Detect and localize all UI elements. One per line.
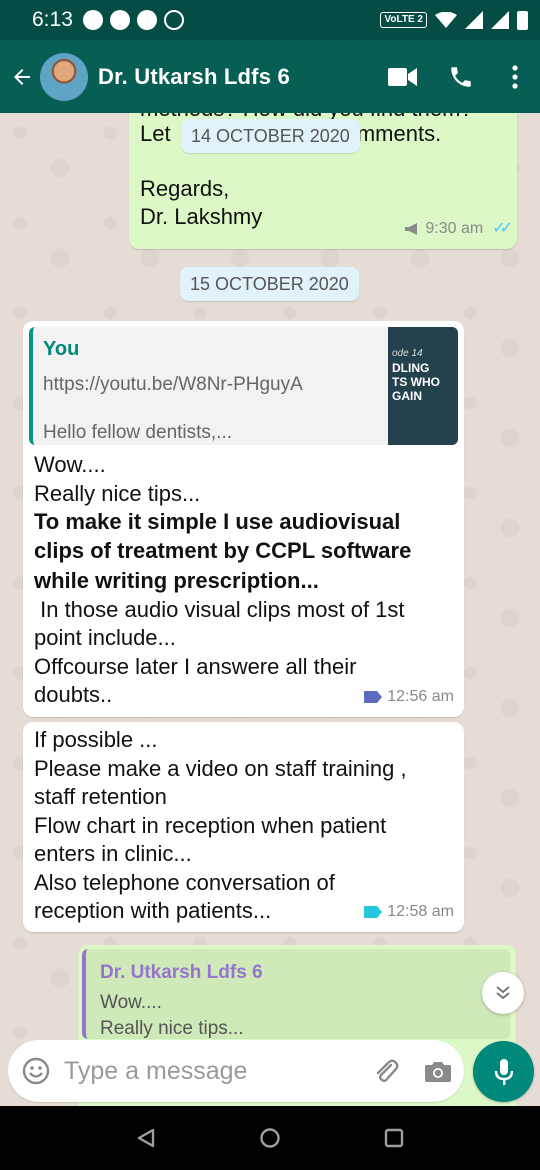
message-text: Regards, bbox=[140, 176, 230, 201]
message-time: 12:58 am bbox=[387, 902, 454, 920]
quoted-sender: Dr. Utkarsh Ldfs 6 bbox=[100, 962, 263, 983]
more-options-button[interactable] bbox=[490, 40, 540, 113]
emoji-button[interactable] bbox=[8, 1040, 64, 1102]
signal-icon bbox=[465, 11, 483, 29]
date-chip-floating: 14 OCTOBER 2020 bbox=[181, 119, 360, 153]
signal-icon-2 bbox=[491, 11, 509, 29]
read-ticks-icon: ✓✓ bbox=[492, 219, 513, 237]
contact-name[interactable]: Dr. Utkarsh Ldfs 6 bbox=[98, 64, 374, 90]
camera-button[interactable] bbox=[412, 1040, 464, 1102]
status-time: 6:13 bbox=[32, 8, 73, 31]
whatsapp-notification-icon bbox=[82, 10, 103, 30]
date-chip: 15 OCTOBER 2020 bbox=[180, 267, 359, 301]
message-composer: Type a message bbox=[8, 1040, 464, 1102]
label-tag-icon bbox=[364, 690, 383, 703]
nav-home-icon bbox=[260, 1128, 280, 1148]
contact-avatar[interactable] bbox=[40, 52, 88, 101]
phone-icon bbox=[451, 66, 471, 87]
video-call-button[interactable] bbox=[374, 40, 432, 113]
video-call-icon bbox=[388, 67, 417, 86]
quoted-text: Hello fellow dentists,... bbox=[43, 422, 233, 443]
nav-back-icon bbox=[137, 1128, 155, 1148]
volte-indicator: VoLTE 2 bbox=[380, 12, 427, 28]
message-text: Dr. Lakshmy bbox=[140, 204, 263, 229]
status-bar: 6:13 VoLTE 2 bbox=[0, 0, 540, 40]
wifi-icon bbox=[435, 12, 457, 28]
attach-icon bbox=[376, 1059, 399, 1082]
nav-recents-button[interactable] bbox=[374, 1118, 414, 1158]
missed-call-notification-icon bbox=[163, 10, 184, 30]
quoted-text: Wow.... bbox=[100, 992, 162, 1013]
nav-recents-icon bbox=[384, 1128, 404, 1148]
attach-button[interactable] bbox=[360, 1040, 412, 1102]
quoted-message[interactable]: You https://youtu.be/W8Nr-PHguyA Hello f… bbox=[29, 327, 458, 445]
quoted-message[interactable]: Dr. Utkarsh Ldfs 6 Wow.... Really nice t… bbox=[82, 949, 510, 1039]
message-bubble-incoming[interactable]: If possible ... Please make a video on s… bbox=[23, 722, 464, 932]
mic-icon bbox=[494, 1058, 513, 1085]
more-vert-icon bbox=[512, 64, 518, 89]
megaphone-icon bbox=[405, 222, 418, 235]
message-notification-icon bbox=[109, 10, 130, 30]
chevron-down-icon bbox=[496, 986, 510, 1000]
message-time: 12:56 am bbox=[387, 687, 454, 705]
chat-area[interactable]: methods? How did you find them? Letommen… bbox=[0, 113, 540, 1159]
nav-back-button[interactable] bbox=[126, 1118, 166, 1158]
scroll-to-bottom-button[interactable] bbox=[482, 972, 524, 1014]
label-tag-icon bbox=[364, 905, 383, 918]
message-time: 9:30 am bbox=[425, 219, 484, 237]
camera-icon bbox=[425, 1062, 451, 1082]
message-bubble-incoming[interactable]: You https://youtu.be/W8Nr-PHguyA Hello f… bbox=[23, 321, 464, 717]
message-input[interactable]: Type a message bbox=[64, 1057, 360, 1086]
back-button[interactable] bbox=[4, 40, 40, 113]
record-notification-icon bbox=[136, 10, 157, 30]
message-body: Wow.... Really nice tips... To make it s… bbox=[34, 452, 412, 707]
quoted-sender: You bbox=[43, 338, 80, 360]
chat-header: Dr. Utkarsh Ldfs 6 bbox=[0, 40, 540, 113]
emoji-icon bbox=[22, 1057, 50, 1085]
system-nav-bar bbox=[0, 1106, 540, 1170]
message-body: If possible ... Please make a video on s… bbox=[34, 727, 407, 923]
video-thumbnail: ode 14 DLING TS WHO GAIN bbox=[388, 327, 458, 445]
message-meta: 12:56 am bbox=[364, 683, 454, 712]
nav-home-button[interactable] bbox=[250, 1118, 290, 1158]
message-meta: 9:30 am ✓✓ bbox=[404, 215, 513, 244]
voice-record-button[interactable] bbox=[473, 1041, 534, 1102]
voice-call-button[interactable] bbox=[432, 40, 490, 113]
quoted-link: https://youtu.be/W8Nr-PHguyA bbox=[43, 374, 303, 395]
back-arrow-icon bbox=[14, 68, 30, 85]
message-meta: 12:58 am bbox=[364, 898, 454, 927]
battery-icon bbox=[517, 10, 528, 30]
